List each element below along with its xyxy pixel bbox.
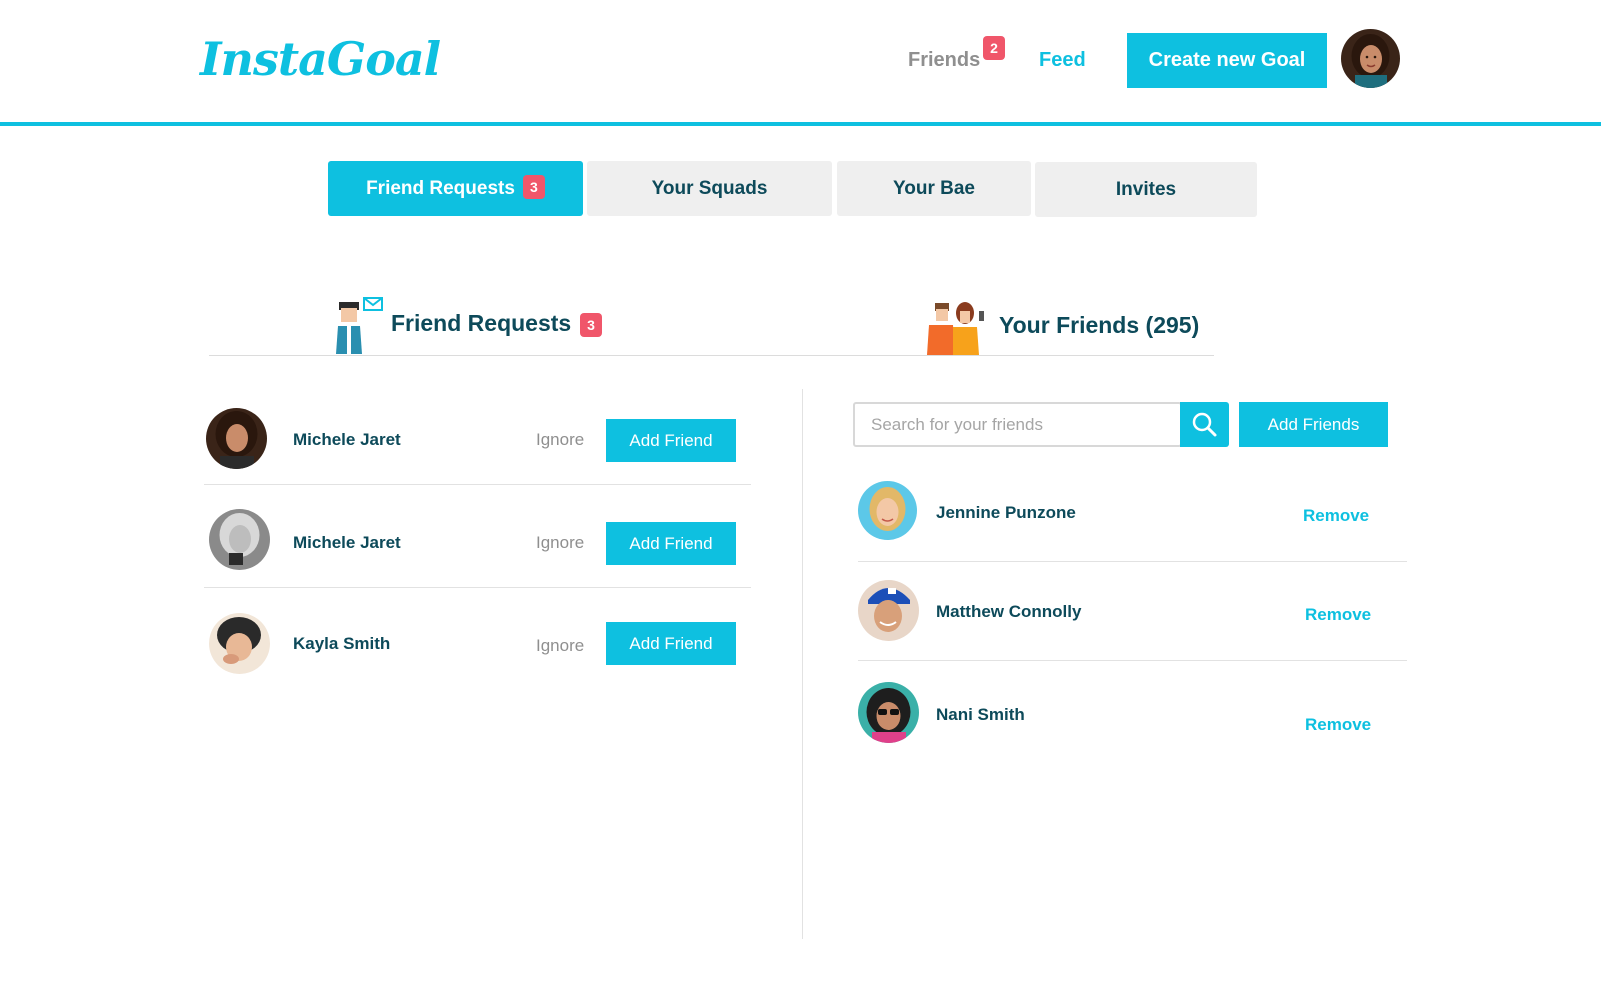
- ignore-button[interactable]: Ignore: [536, 533, 584, 553]
- tab-label: Your Squads: [651, 178, 768, 199]
- friend-search-box: [853, 402, 1182, 447]
- section-divider: [209, 355, 1214, 356]
- column-divider: [802, 389, 803, 939]
- tab-your-squads[interactable]: Your Squads: [587, 161, 832, 216]
- remove-friend-button[interactable]: Remove: [1305, 715, 1371, 735]
- your-friends-heading: Your Friends (295): [999, 312, 1200, 338]
- nav-friends-link[interactable]: Friends: [908, 49, 980, 72]
- requester-name[interactable]: Michele Jaret: [293, 533, 401, 553]
- your-friends-illustration: [927, 297, 987, 355]
- tab-label: Friend Requests: [366, 178, 515, 199]
- add-friend-button[interactable]: Add Friend: [606, 622, 736, 665]
- tab-label: Your Bae: [892, 178, 975, 199]
- avatar[interactable]: [206, 408, 267, 469]
- friend-requests-count-badge: 3: [580, 313, 602, 337]
- search-input[interactable]: [871, 404, 1171, 445]
- friends-notification-badge: 2: [983, 36, 1005, 60]
- avatar[interactable]: [858, 580, 919, 641]
- requester-name[interactable]: Michele Jaret: [293, 430, 401, 450]
- remove-friend-button[interactable]: Remove: [1305, 605, 1371, 625]
- row-divider: [858, 561, 1407, 562]
- top-header: InstaGoal Friends 2 Feed Create new Goal: [0, 0, 1601, 126]
- requester-name[interactable]: Kayla Smith: [293, 634, 390, 654]
- add-friend-button[interactable]: Add Friend: [606, 419, 736, 462]
- ignore-button[interactable]: Ignore: [536, 636, 584, 656]
- avatar[interactable]: [858, 682, 919, 743]
- row-divider: [858, 660, 1407, 661]
- friend-name[interactable]: Nani Smith: [936, 705, 1025, 725]
- friend-requests-illustration: [336, 296, 388, 354]
- nav-feed-link[interactable]: Feed: [1039, 49, 1086, 72]
- tab-badge: 3: [522, 174, 545, 199]
- avatar[interactable]: [209, 509, 270, 570]
- tab-your-bae[interactable]: Your Bae: [837, 161, 1031, 216]
- friend-name[interactable]: Matthew Connolly: [936, 602, 1081, 622]
- add-friends-button[interactable]: Add Friends: [1239, 402, 1388, 447]
- friend-requests-heading: Friend Requests: [391, 310, 572, 336]
- search-button[interactable]: [1180, 402, 1229, 447]
- create-new-goal-button[interactable]: Create new Goal: [1127, 33, 1327, 88]
- ignore-button[interactable]: Ignore: [536, 430, 584, 450]
- add-friend-button[interactable]: Add Friend: [606, 522, 736, 565]
- row-divider: [204, 587, 751, 588]
- app-logo[interactable]: InstaGoal: [200, 32, 441, 86]
- tab-label: Invites: [1115, 179, 1177, 200]
- remove-friend-button[interactable]: Remove: [1303, 506, 1369, 526]
- row-divider: [204, 484, 751, 485]
- avatar[interactable]: [858, 481, 917, 540]
- user-avatar[interactable]: [1341, 29, 1400, 88]
- search-icon: [1192, 412, 1217, 437]
- tab-invites[interactable]: Invites: [1035, 162, 1257, 217]
- tab-friend-requests[interactable]: Friend Requests 3: [328, 161, 583, 216]
- avatar[interactable]: [209, 613, 270, 674]
- friend-name[interactable]: Jennine Punzone: [936, 503, 1076, 523]
